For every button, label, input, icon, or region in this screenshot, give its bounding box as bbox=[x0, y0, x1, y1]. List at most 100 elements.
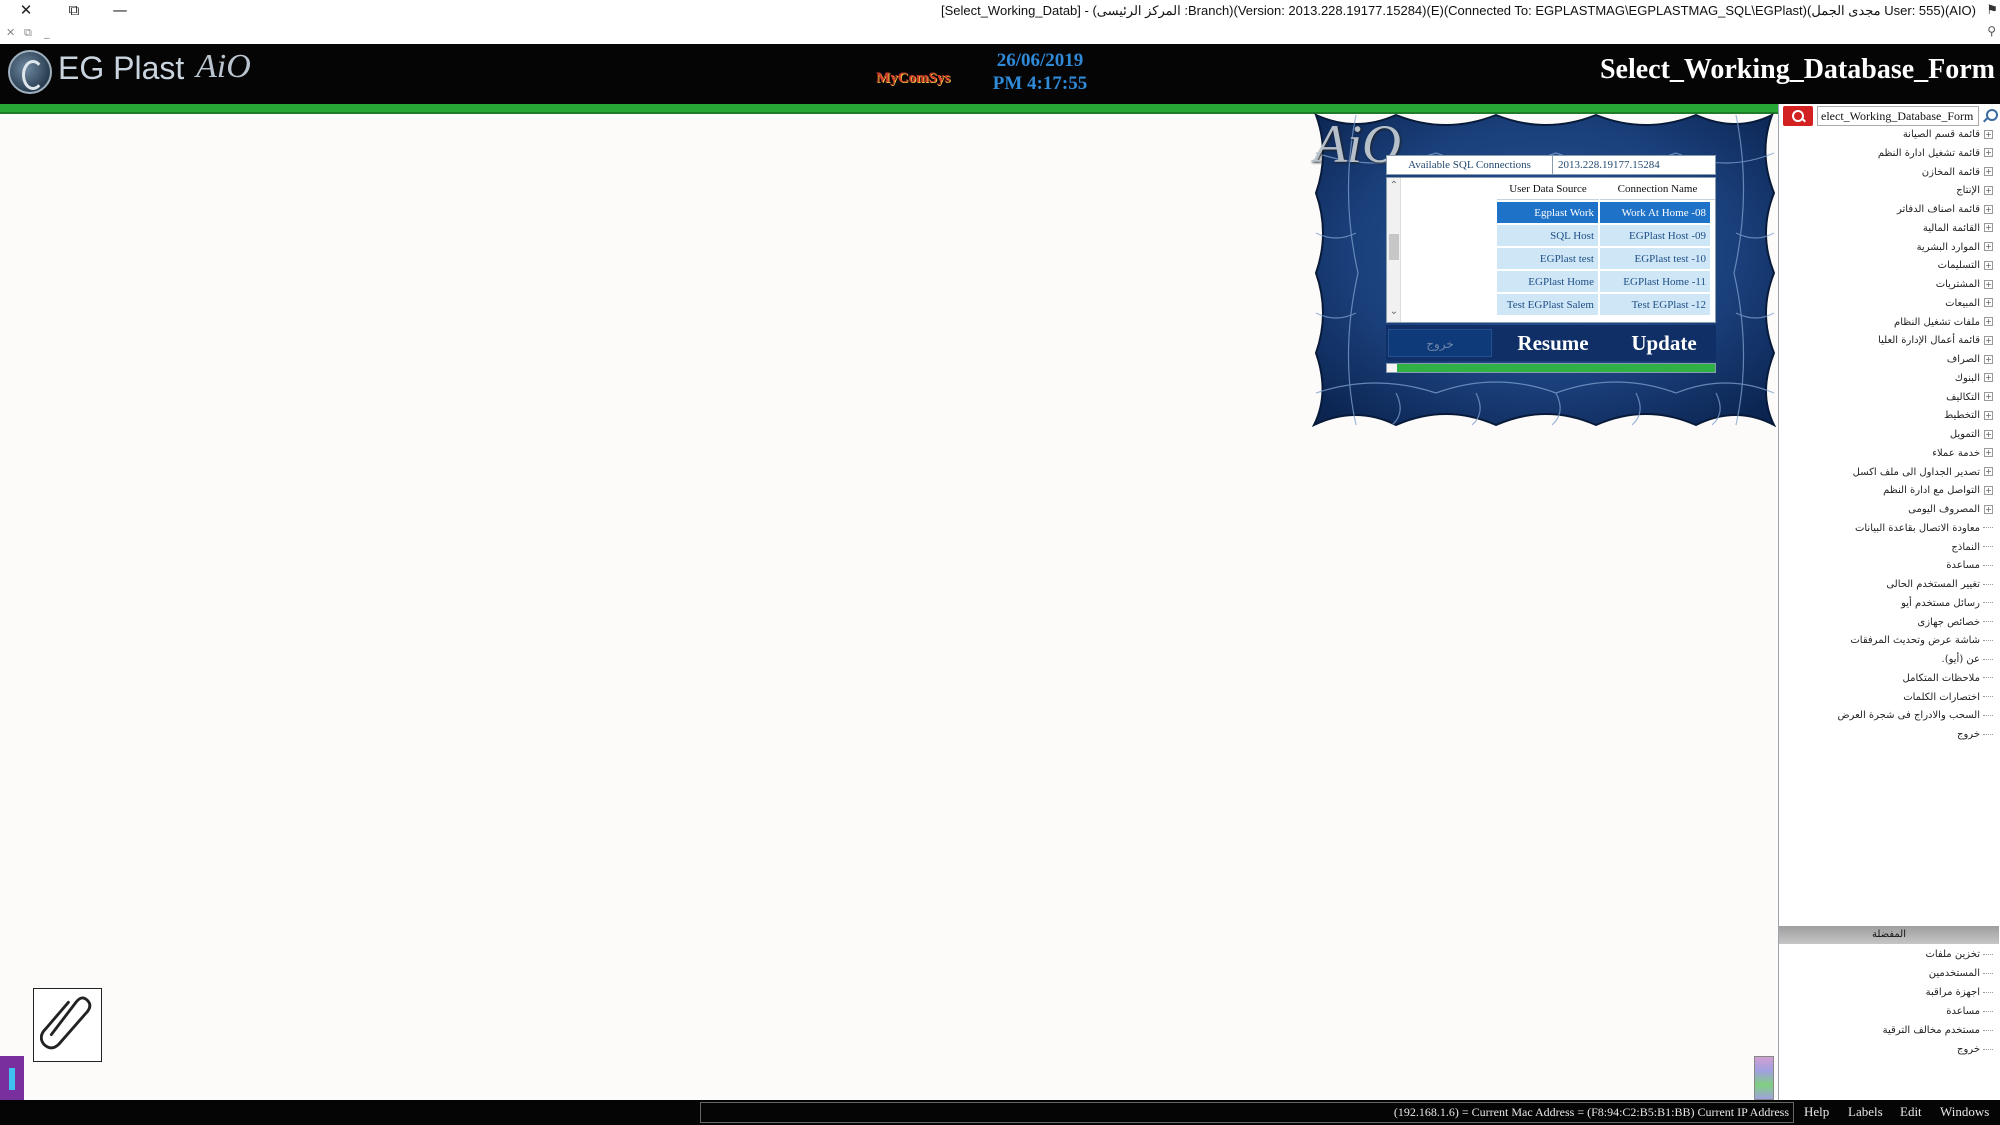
search-go-icon[interactable] bbox=[1981, 108, 1998, 124]
expand-icon[interactable]: + bbox=[1984, 298, 1993, 308]
grid-cell-name[interactable]: EGPlast Host -09 bbox=[1600, 225, 1710, 247]
tree-item[interactable]: النماذج bbox=[1951, 539, 1993, 558]
tree-item[interactable]: + التخطيط bbox=[1944, 407, 1993, 426]
tree-item[interactable]: تخزين ملفات bbox=[1925, 946, 1993, 965]
expand-icon[interactable]: + bbox=[1984, 392, 1993, 401]
expand-icon[interactable]: + bbox=[1984, 317, 1993, 326]
tree-item-label: التكاليف bbox=[1946, 391, 1980, 403]
mdi-close-icon[interactable]: ✕ bbox=[6, 26, 15, 39]
tree-item[interactable]: خروج bbox=[1957, 726, 1993, 745]
grid-cell-name[interactable]: Work At Home -08 bbox=[1600, 202, 1710, 224]
grid-cell-source[interactable]: EGPlast Home bbox=[1497, 271, 1599, 293]
grid-scrollbar[interactable]: ⌃ ⌄ bbox=[1387, 178, 1401, 322]
tree-item[interactable]: رسائل مستخدم أيو bbox=[1901, 595, 1993, 614]
search-input[interactable] bbox=[1817, 106, 1979, 126]
menu-labels[interactable]: Labels bbox=[1848, 1104, 1883, 1120]
expand-icon[interactable]: + bbox=[1984, 504, 1993, 514]
tree-item[interactable]: المستخدمين bbox=[1929, 965, 1993, 984]
tree-item[interactable]: شاشة عرض وتحديث المرفقات bbox=[1850, 632, 1993, 651]
color-strip-icon[interactable] bbox=[1754, 1056, 1774, 1100]
tree-item[interactable]: + قائمة قسم الصيانة bbox=[1903, 126, 1993, 145]
side-tab-icon[interactable] bbox=[0, 1056, 24, 1100]
grid-cell-name[interactable]: EGPlast Home -11 bbox=[1600, 271, 1710, 293]
tree-item[interactable]: + التواصل مع ادارة النظم bbox=[1883, 482, 1993, 501]
tree-item[interactable]: معاودة الاتصال بقاعدة البيانات bbox=[1855, 520, 1993, 539]
resume-button[interactable]: Resume bbox=[1498, 327, 1608, 359]
column-header-source[interactable]: User Data Source bbox=[1497, 178, 1599, 200]
expand-icon[interactable]: + bbox=[1984, 204, 1993, 214]
expand-icon[interactable]: + bbox=[1984, 148, 1993, 158]
scroll-up-icon[interactable]: ⌃ bbox=[1387, 180, 1401, 194]
tree-connector-icon bbox=[1983, 991, 1993, 993]
grid-cell-source[interactable]: Egplast Work bbox=[1497, 202, 1599, 224]
grid-cell-source[interactable]: Test EGPlast Salem bbox=[1497, 294, 1599, 316]
expand-icon[interactable]: + bbox=[1984, 167, 1993, 176]
tree-item[interactable]: مستخدم مخالف الترقية bbox=[1883, 1022, 1993, 1041]
exit-button[interactable]: خروج bbox=[1388, 329, 1492, 357]
expand-icon[interactable]: + bbox=[1984, 242, 1993, 251]
tree-item[interactable]: اختصارات الكلمات bbox=[1903, 689, 1993, 708]
scroll-thumb[interactable] bbox=[1389, 234, 1399, 260]
tree-item[interactable]: اجهزة مراقبة bbox=[1926, 984, 1993, 1003]
tree-item[interactable]: + قائمة تشغيل ادارة النظم bbox=[1878, 145, 1993, 164]
tree-item[interactable]: + قائمة اصناف الدفاتر bbox=[1897, 201, 1993, 220]
tree-item[interactable]: + الموارد البشرية bbox=[1917, 239, 1993, 258]
tree-item[interactable]: + البنوك bbox=[1955, 370, 1993, 389]
expand-icon[interactable]: + bbox=[1984, 485, 1993, 495]
tree-item[interactable]: + قائمة المخازن bbox=[1922, 164, 1993, 183]
mdi-restore-icon[interactable]: ⧉ bbox=[24, 26, 32, 40]
update-button[interactable]: Update bbox=[1614, 327, 1714, 359]
tree-item-label: قائمة اصناف الدفاتر bbox=[1896, 204, 1980, 215]
expand-icon[interactable]: + bbox=[1984, 335, 1993, 345]
tree-item[interactable]: + قائمة أعمال الإدارة العليا bbox=[1878, 332, 1993, 351]
expand-icon[interactable]: + bbox=[1984, 279, 1993, 289]
scroll-down-icon[interactable]: ⌄ bbox=[1387, 306, 1401, 320]
expand-icon[interactable]: + bbox=[1984, 429, 1993, 439]
expand-icon[interactable]: + bbox=[1984, 260, 1993, 270]
tree-item[interactable]: عن (أيو). bbox=[1942, 651, 1993, 670]
tree-item[interactable]: ملاحظات المتكامل bbox=[1903, 670, 1993, 689]
grid-cell-name[interactable]: Test EGPlast -12 bbox=[1600, 294, 1710, 316]
tree-item[interactable]: خصائص جهازى bbox=[1917, 614, 1993, 633]
tree-item[interactable]: تغيير المستخدم الحالى bbox=[1886, 576, 1993, 595]
grid-cell-source[interactable]: SQL Host bbox=[1497, 225, 1599, 247]
tree-item[interactable]: + التسليمات bbox=[1938, 257, 1993, 276]
pin-icon[interactable]: ⚲ bbox=[1987, 24, 1996, 38]
tree-item[interactable]: + تصدير الجداول الى ملف اكسل bbox=[1853, 464, 1993, 483]
expand-icon[interactable]: + bbox=[1984, 373, 1993, 383]
tree-item[interactable]: + التكاليف bbox=[1946, 389, 1993, 408]
tree-item[interactable]: خروج bbox=[1957, 1041, 1993, 1060]
mdi-minimize-icon[interactable]: _ bbox=[44, 26, 50, 39]
expand-icon[interactable]: + bbox=[1984, 448, 1993, 458]
tree-item[interactable]: + الإنتاج bbox=[1956, 182, 1993, 201]
tree-item[interactable]: + المبيعات bbox=[1945, 295, 1993, 314]
tree-item[interactable]: + المصروف اليومى bbox=[1908, 501, 1993, 520]
expand-icon[interactable]: + bbox=[1984, 223, 1993, 233]
minimize-icon[interactable]: — bbox=[100, 0, 140, 22]
tree-item[interactable]: + ملفات تشغيل النظام bbox=[1894, 314, 1993, 333]
attachment-button[interactable] bbox=[33, 988, 102, 1062]
expand-icon[interactable]: + bbox=[1984, 129, 1993, 139]
column-header-name[interactable]: Connection Name bbox=[1600, 178, 1715, 200]
search-icon[interactable] bbox=[1783, 106, 1813, 126]
grid-cell-name[interactable]: EGPlast test -10 bbox=[1600, 248, 1710, 270]
grid-cell-source[interactable]: EGPlast test bbox=[1497, 248, 1599, 270]
tree-item[interactable]: + خدمة عملاء bbox=[1932, 445, 1993, 464]
expand-icon[interactable]: + bbox=[1984, 410, 1993, 420]
expand-icon[interactable]: + bbox=[1984, 185, 1993, 195]
tree-item[interactable]: + الصراف bbox=[1947, 351, 1993, 370]
tree-item-label: التخطيط bbox=[1943, 410, 1980, 422]
menu-edit[interactable]: Edit bbox=[1900, 1104, 1922, 1120]
tree-item[interactable]: + التمويل bbox=[1950, 426, 1993, 445]
tree-item[interactable]: + القائمة المالية bbox=[1923, 220, 1993, 239]
tree-item[interactable]: مساعدة bbox=[1946, 1003, 1993, 1022]
tree-item[interactable]: السحب والادراج فى شجرة العرض bbox=[1837, 707, 1993, 726]
menu-help[interactable]: Help bbox=[1804, 1104, 1829, 1120]
tree-item[interactable]: + المشتريات bbox=[1936, 276, 1993, 295]
expand-icon[interactable]: + bbox=[1984, 354, 1993, 364]
restore-icon[interactable]: ⧉ bbox=[54, 0, 94, 22]
close-icon[interactable]: ✕ bbox=[6, 0, 46, 22]
tree-item[interactable]: مساعدة bbox=[1946, 557, 1993, 576]
menu-windows[interactable]: Windows bbox=[1940, 1104, 1989, 1120]
expand-icon[interactable]: + bbox=[1984, 467, 1993, 476]
